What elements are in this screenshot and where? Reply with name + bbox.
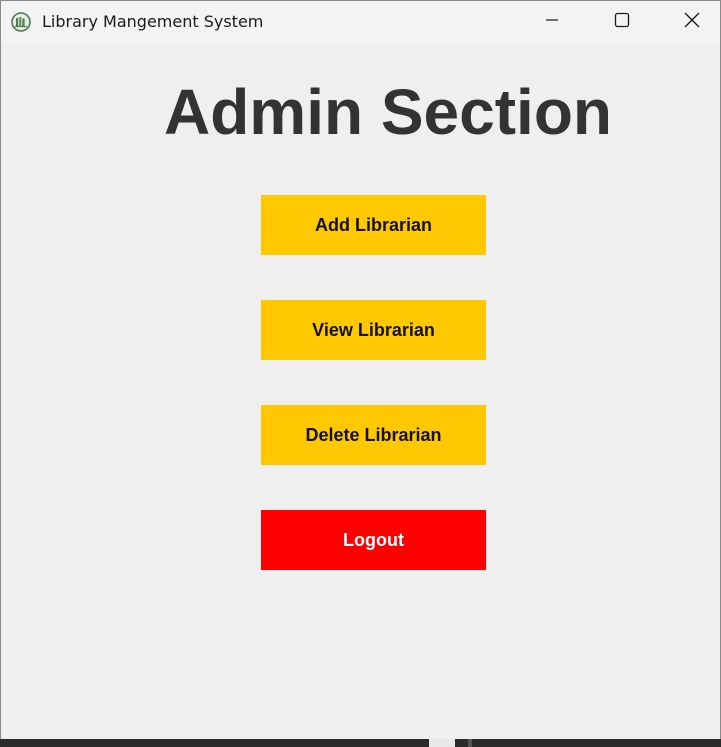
minimize-icon: [545, 13, 559, 32]
taskbar-divider: [468, 739, 472, 747]
page-title: Admin Section: [163, 76, 613, 148]
close-button[interactable]: [657, 1, 721, 44]
taskbar-edge: [0, 739, 721, 747]
minimize-button[interactable]: [517, 1, 587, 44]
logout-button[interactable]: Logout: [261, 510, 486, 570]
taskbar-item-highlight: [429, 739, 455, 747]
add-librarian-button[interactable]: Add Librarian: [261, 195, 486, 255]
app-window: Library Mangement System Admin Section A…: [0, 0, 721, 740]
close-icon: [684, 12, 700, 33]
admin-panel: Admin Section Add Librarian View Librari…: [1, 44, 720, 740]
delete-librarian-button[interactable]: Delete Librarian: [261, 405, 486, 465]
maximize-icon: [614, 12, 630, 33]
maximize-button[interactable]: [587, 1, 657, 44]
view-librarian-button[interactable]: View Librarian: [261, 300, 486, 360]
title-bar[interactable]: Library Mangement System: [1, 1, 720, 44]
library-app-icon: [11, 12, 31, 32]
window-title: Library Mangement System: [42, 12, 264, 31]
